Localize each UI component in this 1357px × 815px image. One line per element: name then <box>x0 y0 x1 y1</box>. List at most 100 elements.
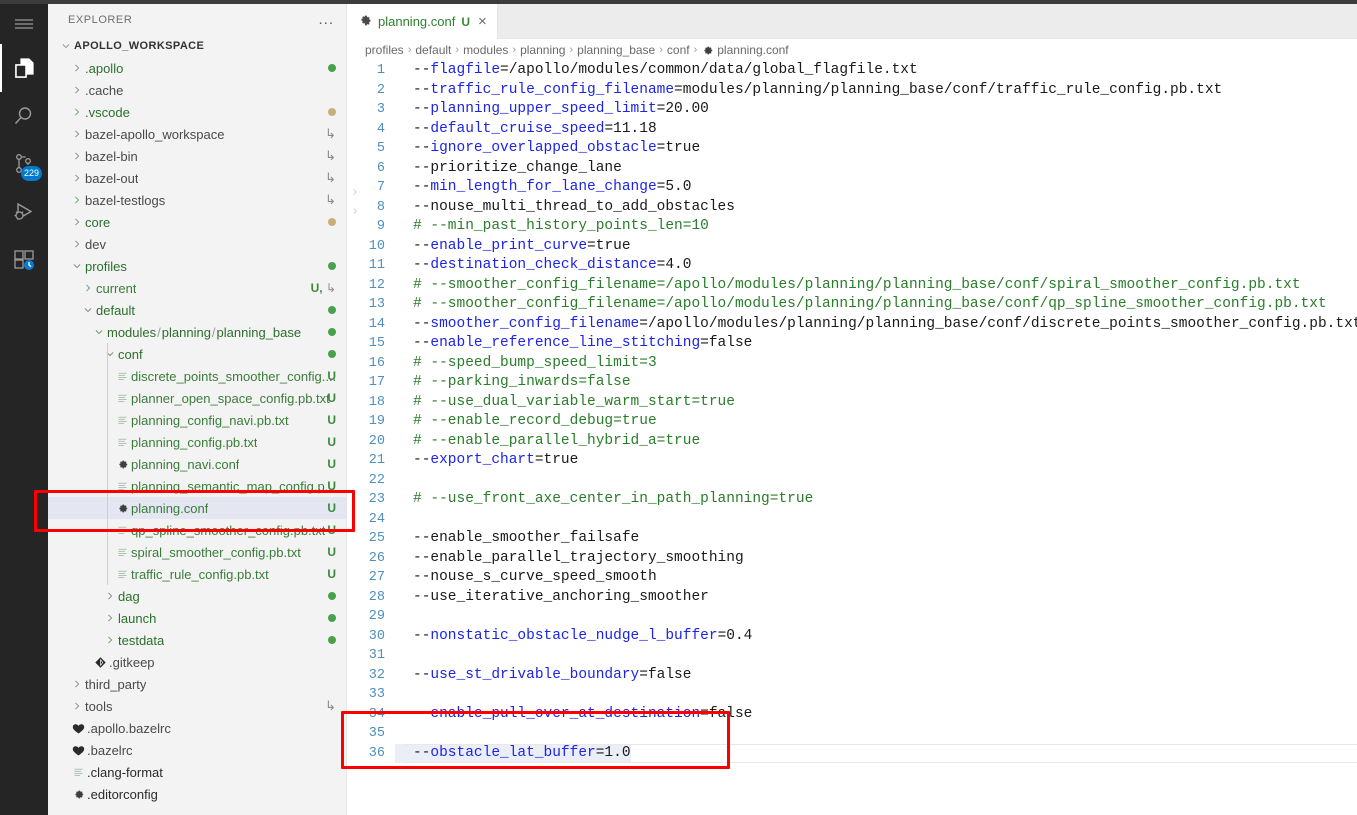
tree-folder-bazel-bin[interactable]: bazel-bin ↳ <box>48 145 346 167</box>
chevron-right-icon[interactable] <box>69 85 85 95</box>
chevron-down-icon[interactable] <box>91 327 107 337</box>
chevron-down-icon[interactable] <box>102 349 118 359</box>
activity-bar-item-extensions[interactable] <box>0 236 48 284</box>
code-line[interactable]: 17 # --parking_inwards=false <box>347 373 1357 393</box>
chevron-right-icon[interactable] <box>69 195 85 205</box>
tree-file-planning-conf[interactable]: planning.conf U <box>48 497 346 519</box>
chevron-right-icon[interactable] <box>102 635 118 645</box>
code-line[interactable]: 36 --obstacle_lat_buffer=1.0 <box>347 743 1357 763</box>
tree-root-apollo-workspace[interactable]: APOLLO_WORKSPACE <box>48 35 346 57</box>
chevron-down-icon[interactable] <box>58 41 74 51</box>
tree-file-spiral-smoother-config-pb-txt[interactable]: spiral_smoother_config.pb.txt U <box>48 541 346 563</box>
tree-folder-bazel-apollo-workspace[interactable]: bazel-apollo_workspace ↳ <box>48 123 346 145</box>
breadcrumb-item-planning-conf[interactable]: planning.conf <box>701 43 789 57</box>
tree-folder-current[interactable]: current U, ↳ <box>48 277 346 299</box>
code-line[interactable]: 26 --enable_parallel_trajectory_smoothing <box>347 549 1357 569</box>
code-line[interactable]: 35 <box>347 724 1357 744</box>
breadcrumb-item-planning-base[interactable]: planning_base <box>577 43 655 57</box>
breadcrumb-item-conf[interactable]: conf <box>667 43 690 57</box>
chevron-right-icon[interactable] <box>80 283 96 293</box>
breadcrumb-item-default[interactable]: default <box>415 43 451 57</box>
tree-file-planning-navi-conf[interactable]: planning_navi.conf U <box>48 453 346 475</box>
code-line[interactable]: 22 <box>347 471 1357 491</box>
code-line[interactable]: 11 --destination_check_distance=4.0 <box>347 256 1357 276</box>
activity-bar-item-source-control[interactable]: 229 <box>0 140 48 188</box>
chevron-right-icon[interactable] <box>69 63 85 73</box>
activity-bar-item-run-debug[interactable] <box>0 188 48 236</box>
chevron-right-icon[interactable] <box>69 151 85 161</box>
tree-folder-default[interactable]: default <box>48 299 346 321</box>
code-line[interactable]: 34 --enable_pull_over_at_destination=fals… <box>347 705 1357 725</box>
tree-file--clang-format[interactable]: .clang-format <box>48 761 346 783</box>
chevron-right-icon[interactable] <box>69 129 85 139</box>
code-line[interactable]: 29 <box>347 607 1357 627</box>
tree-folder-profiles[interactable]: profiles <box>48 255 346 277</box>
code-line[interactable]: 14 --smoother_config_filename=/apollo/mod… <box>347 315 1357 335</box>
menu-icon[interactable] <box>0 4 48 44</box>
code-line[interactable]: 30 --nonstatic_obstacle_nudge_l_buffer=0.… <box>347 627 1357 647</box>
code-line[interactable]: 24 <box>347 510 1357 530</box>
chevron-right-icon[interactable] <box>102 613 118 623</box>
code-line[interactable]: 27 --nouse_s_curve_speed_smooth <box>347 568 1357 588</box>
code-line[interactable]: 18 # --use_dual_variable_warm_start=true <box>347 393 1357 413</box>
tree-file-traffic-rule-config-pb-txt[interactable]: traffic_rule_config.pb.txt U <box>48 563 346 585</box>
tree-file-discrete-points-smoother-config-[interactable]: discrete_points_smoother_config.... U <box>48 365 346 387</box>
code-line[interactable]: 33 <box>347 685 1357 705</box>
activity-bar-item-explorer[interactable] <box>0 44 48 92</box>
tree-folder-testdata[interactable]: testdata <box>48 629 346 651</box>
tree-file--bazelrc[interactable]: .bazelrc <box>48 739 346 761</box>
code-line[interactable]: 2 --traffic_rule_config_filename=modules/… <box>347 81 1357 101</box>
tree-file-planning-config-navi-pb-txt[interactable]: planning_config_navi.pb.txt U <box>48 409 346 431</box>
code-line[interactable]: 16 # --speed_bump_speed_limit=3 <box>347 354 1357 374</box>
close-icon[interactable]: × <box>476 14 487 29</box>
code-line[interactable]: 9 # --min_past_history_points_len=10 <box>347 217 1357 237</box>
code-line[interactable]: 8 --nouse_multi_thread_to_add_obstacles <box>347 198 1357 218</box>
tree-file-planner-open-space-config-pb-txt[interactable]: planner_open_space_config.pb.txt U <box>48 387 346 409</box>
code-line[interactable]: 20 # --enable_parallel_hybrid_a=true <box>347 432 1357 452</box>
code-line[interactable]: 12 # --smoother_config_filename=/apollo/m… <box>347 276 1357 296</box>
code-line[interactable]: 13 # --smoother_config_filename=/apollo/m… <box>347 295 1357 315</box>
tree-folder-dag[interactable]: dag <box>48 585 346 607</box>
tree-folder-core[interactable]: core <box>48 211 346 233</box>
chevron-down-icon[interactable] <box>80 305 96 315</box>
tree-folder-tools[interactable]: tools ↳ <box>48 695 346 717</box>
tree-file--gitkeep[interactable]: .gitkeep <box>48 651 346 673</box>
chevron-right-icon[interactable] <box>69 679 85 689</box>
tree-folder-bazel-out[interactable]: bazel-out ↳ <box>48 167 346 189</box>
chevron-right-icon[interactable] <box>69 701 85 711</box>
code-line[interactable]: 28 --use_iterative_anchoring_smoother <box>347 588 1357 608</box>
activity-bar-item-search[interactable] <box>0 92 48 140</box>
tree-folder-dev[interactable]: dev <box>48 233 346 255</box>
tree-folder-launch[interactable]: launch <box>48 607 346 629</box>
code-line[interactable]: 21 --export_chart=true <box>347 451 1357 471</box>
tab-planning-conf[interactable]: planning.conf U × <box>347 4 498 39</box>
breadcrumb-item-modules[interactable]: modules <box>463 43 508 57</box>
explorer-more-actions-icon[interactable]: ... <box>318 12 338 27</box>
tree-file--editorconfig[interactable]: .editorconfig <box>48 783 346 805</box>
chevron-right-icon[interactable] <box>102 591 118 601</box>
tree-folder-bazel-testlogs[interactable]: bazel-testlogs ↳ <box>48 189 346 211</box>
tree-folder--apollo[interactable]: .apollo <box>48 57 346 79</box>
breadcrumb-item-profiles[interactable]: profiles <box>365 43 404 57</box>
tree-folder--cache[interactable]: .cache <box>48 79 346 101</box>
tree-file-planning-config-pb-txt[interactable]: planning_config.pb.txt U <box>48 431 346 453</box>
tree-folder--vscode[interactable]: .vscode <box>48 101 346 123</box>
code-line[interactable]: 15 --enable_reference_line_stitching=fals… <box>347 334 1357 354</box>
tree-folder-third-party[interactable]: third_party <box>48 673 346 695</box>
code-line[interactable]: 1 --flagfile=/apollo/modules/common/data/… <box>347 61 1357 81</box>
tree-folder-conf[interactable]: conf <box>48 343 346 365</box>
code-line[interactable]: 4 --default_cruise_speed=11.18 <box>347 120 1357 140</box>
code-editor[interactable]: 1 --flagfile=/apollo/modules/common/data/… <box>347 61 1357 815</box>
chevron-right-icon[interactable] <box>69 217 85 227</box>
breadcrumb-item-planning[interactable]: planning <box>520 43 565 57</box>
tree-file-planning-semantic-map-config-p-[interactable]: planning_semantic_map_config.p... U <box>48 475 346 497</box>
code-line[interactable]: 6 --prioritize_change_lane <box>347 159 1357 179</box>
code-line[interactable]: 19 # --enable_record_debug=true <box>347 412 1357 432</box>
code-line[interactable]: 3 --planning_upper_speed_limit=20.00 <box>347 100 1357 120</box>
chevron-down-icon[interactable] <box>69 261 85 271</box>
chevron-right-icon[interactable] <box>69 173 85 183</box>
code-line[interactable]: 32 --use_st_drivable_boundary=false <box>347 666 1357 686</box>
code-line[interactable]: 10 --enable_print_curve=true <box>347 237 1357 257</box>
chevron-right-icon[interactable] <box>69 107 85 117</box>
tree-file-qp-spline-smoother-config-pb-txt[interactable]: qp_spline_smoother_config.pb.txt U <box>48 519 346 541</box>
